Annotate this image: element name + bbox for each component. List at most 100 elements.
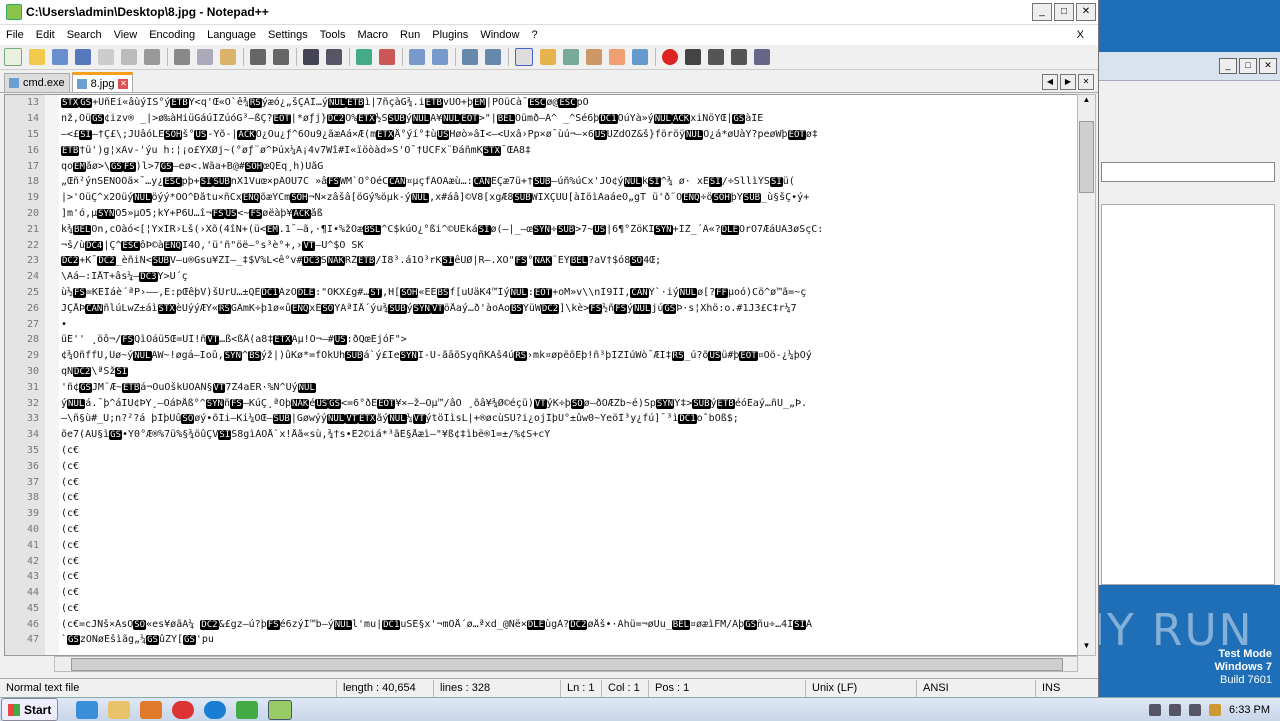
find-icon[interactable] xyxy=(303,49,319,65)
line-text: ýNULá.¯þ^áÌÜ¢ÞÝ¸–ÔáÞÅß°^SYNñFS–KúÇ¸ªÓþNA… xyxy=(61,397,808,409)
word-wrap-icon[interactable] xyxy=(462,49,478,65)
notepadpp-taskbar-icon[interactable] xyxy=(268,699,293,720)
redo-icon[interactable] xyxy=(273,49,289,65)
editor-line: 13 STX GS+UñEí«âùýÌS°ýETBÝ<q'Œ«O`ê¾RSýæó¿„… xyxy=(5,95,1077,111)
paste-icon[interactable] xyxy=(220,49,236,65)
editor-line: 34 õe7(AU§ìGS•Ÿ0°Æ®%7ü%§¾öûÇVSIŠ8gìÀÓÅ`x!… xyxy=(5,427,1077,443)
save-icon[interactable] xyxy=(52,49,68,65)
lang-icon[interactable] xyxy=(540,49,556,65)
cut-icon[interactable] xyxy=(174,49,190,65)
menu-item-plugins[interactable]: Plugins xyxy=(426,29,474,41)
editor-line: 36 (c€ xyxy=(5,458,1077,474)
function-list-icon[interactable] xyxy=(586,49,602,65)
maximize-icon[interactable]: □ xyxy=(1239,58,1257,74)
background-window-field[interactable] xyxy=(1101,162,1275,182)
warning-icon[interactable] xyxy=(1209,703,1222,716)
undo-icon[interactable] xyxy=(250,49,266,65)
play-macro-icon[interactable] xyxy=(708,49,724,65)
horizontal-scrollbar[interactable] xyxy=(54,656,1078,672)
indent-guide-icon[interactable] xyxy=(515,48,533,66)
vertical-scroll-thumb[interactable] xyxy=(1079,121,1094,193)
save-all-icon[interactable] xyxy=(75,49,91,65)
menu-item-view[interactable]: View xyxy=(108,29,144,41)
monitoring-icon[interactable] xyxy=(632,49,648,65)
line-text: —\ñ§ù#_Ú;n?²?á þÌþÜûSOøý•õÌi–Ki¼OŒ–SUB|G… xyxy=(61,413,739,425)
minimize-icon[interactable]: _ xyxy=(1219,58,1237,74)
new-file-icon[interactable] xyxy=(4,48,22,66)
line-number: 27 xyxy=(26,318,39,330)
minimize-button[interactable]: _ xyxy=(1032,3,1052,21)
app-icon[interactable] xyxy=(236,700,259,719)
text-editor[interactable]: 13 STX GS+UñEí«âùýÌS°ýETBÝ<q'Œ«O`ê¾RSýæó¿„… xyxy=(4,94,1078,656)
explorer-icon[interactable] xyxy=(108,700,131,719)
menu-item-window[interactable]: Window xyxy=(474,29,525,41)
menu-item-file[interactable]: File xyxy=(0,29,30,41)
editor-line: 20]m'ó,µSYNÓ5»µÓ5;kÝ+P6Ü…î¬FS US<~FSøëàþ¥… xyxy=(5,206,1077,222)
background-window[interactable]: _ □ ✕ xyxy=(1098,52,1280,585)
save-macro-icon[interactable] xyxy=(754,49,770,65)
play-multiple-icon[interactable] xyxy=(731,49,747,65)
open-file-icon[interactable] xyxy=(29,49,45,65)
horizontal-scroll-thumb[interactable] xyxy=(71,658,1063,671)
copy-icon[interactable] xyxy=(197,49,213,65)
tab-close-icon[interactable]: ✕ xyxy=(1078,74,1094,90)
line-text: (c€ xyxy=(61,523,80,535)
print-icon[interactable] xyxy=(144,49,160,65)
close-file-icon[interactable] xyxy=(98,49,114,65)
volume-icon[interactable] xyxy=(1189,703,1202,716)
tab-close-icon[interactable]: ✕ xyxy=(118,78,129,89)
editor-line: 33 —\ñ§ù#_Ú;n?²?á þÌþÜûSOøý•õÌi–Ki¼OŒ–SUB… xyxy=(5,411,1077,427)
notepadpp-window: C:\Users\admin\Desktop\8.jpg - Notepad++… xyxy=(0,0,1099,698)
menu-item-macro[interactable]: Macro xyxy=(351,29,394,41)
show-all-chars-icon[interactable] xyxy=(485,49,501,65)
line-number: 47 xyxy=(26,634,39,646)
menu-item-language[interactable]: Language xyxy=(201,29,262,41)
zoom-out-icon[interactable] xyxy=(379,49,395,65)
menu-item-settings[interactable]: Settings xyxy=(262,29,314,41)
media-player-icon[interactable] xyxy=(140,700,163,719)
close-button[interactable]: ✕ xyxy=(1076,3,1096,21)
menu-item-tools[interactable]: Tools xyxy=(314,29,352,41)
notification-icon[interactable] xyxy=(1149,703,1162,716)
editor-line: 24 \Àá–:ÏÅT+âs¼–DC3Y>Ú´ç xyxy=(5,269,1077,285)
line-number: 17 xyxy=(26,160,39,172)
sync-horizontal-icon[interactable] xyxy=(432,49,448,65)
menu-item-search[interactable]: Search xyxy=(61,29,108,41)
titlebar[interactable]: C:\Users\admin\Desktop\8.jpg - Notepad++… xyxy=(0,0,1098,25)
tab-8-jpg[interactable]: 8.jpg ✕ xyxy=(71,72,134,92)
clock[interactable]: 6:33 PM xyxy=(1229,704,1270,716)
tab-cmd-exe[interactable]: cmd.exe xyxy=(4,73,70,92)
vertical-scrollbar[interactable]: ▲ ▼ xyxy=(1077,94,1096,656)
doc-map-icon[interactable] xyxy=(563,49,579,65)
line-text: ù½FS=KEÎáè´ªP›——,E:pŒêþV)šÜrÜ…±QÉDC1ÀzÖD… xyxy=(61,286,807,298)
menu-item-encoding[interactable]: Encoding xyxy=(143,29,201,41)
tab-scroll-right-icon[interactable]: ▶ xyxy=(1060,74,1076,90)
menu-item-run[interactable]: Run xyxy=(394,29,426,41)
menu-item-edit[interactable]: Edit xyxy=(30,29,61,41)
scroll-down-icon[interactable]: ▼ xyxy=(1079,641,1094,655)
edge-icon[interactable] xyxy=(204,700,227,719)
zoom-in-icon[interactable] xyxy=(356,49,372,65)
folder-workspace-icon[interactable] xyxy=(609,49,625,65)
network-icon[interactable] xyxy=(1169,703,1182,716)
status-bar: Normal text file length : 40,654 lines :… xyxy=(0,678,1098,698)
record-macro-icon[interactable] xyxy=(662,49,678,65)
background-window-titlebar[interactable]: _ □ ✕ xyxy=(1099,52,1280,81)
menu-item-help[interactable]: ? xyxy=(525,29,543,41)
sync-vertical-icon[interactable] xyxy=(409,49,425,65)
scroll-up-icon[interactable]: ▲ xyxy=(1079,95,1094,109)
line-text: õe7(AU§ìGS•Ÿ0°Æ®%7ü%§¾öûÇVSIŠ8gìÀÓÅ`x!Åå… xyxy=(61,429,551,441)
close-document-x[interactable]: X xyxy=(1071,29,1090,41)
replace-icon[interactable] xyxy=(326,49,342,65)
start-button[interactable]: Start xyxy=(1,698,59,721)
maximize-button[interactable]: □ xyxy=(1054,3,1074,21)
editor-line: 44 (c€ xyxy=(5,585,1077,601)
line-text: \Àá–:ÏÅT+âs¼–DC3Y>Ú´ç xyxy=(61,271,188,283)
stop-macro-icon[interactable] xyxy=(685,49,701,65)
tab-scroll-left-icon[interactable]: ◀ xyxy=(1042,74,1058,90)
windows-build-info: Test Mode Windows 7 Build 7601 xyxy=(1215,648,1272,687)
chrome-icon[interactable] xyxy=(172,700,195,719)
ie-icon[interactable] xyxy=(76,700,99,719)
close-icon[interactable]: ✕ xyxy=(1259,58,1277,74)
close-all-icon[interactable] xyxy=(121,49,137,65)
